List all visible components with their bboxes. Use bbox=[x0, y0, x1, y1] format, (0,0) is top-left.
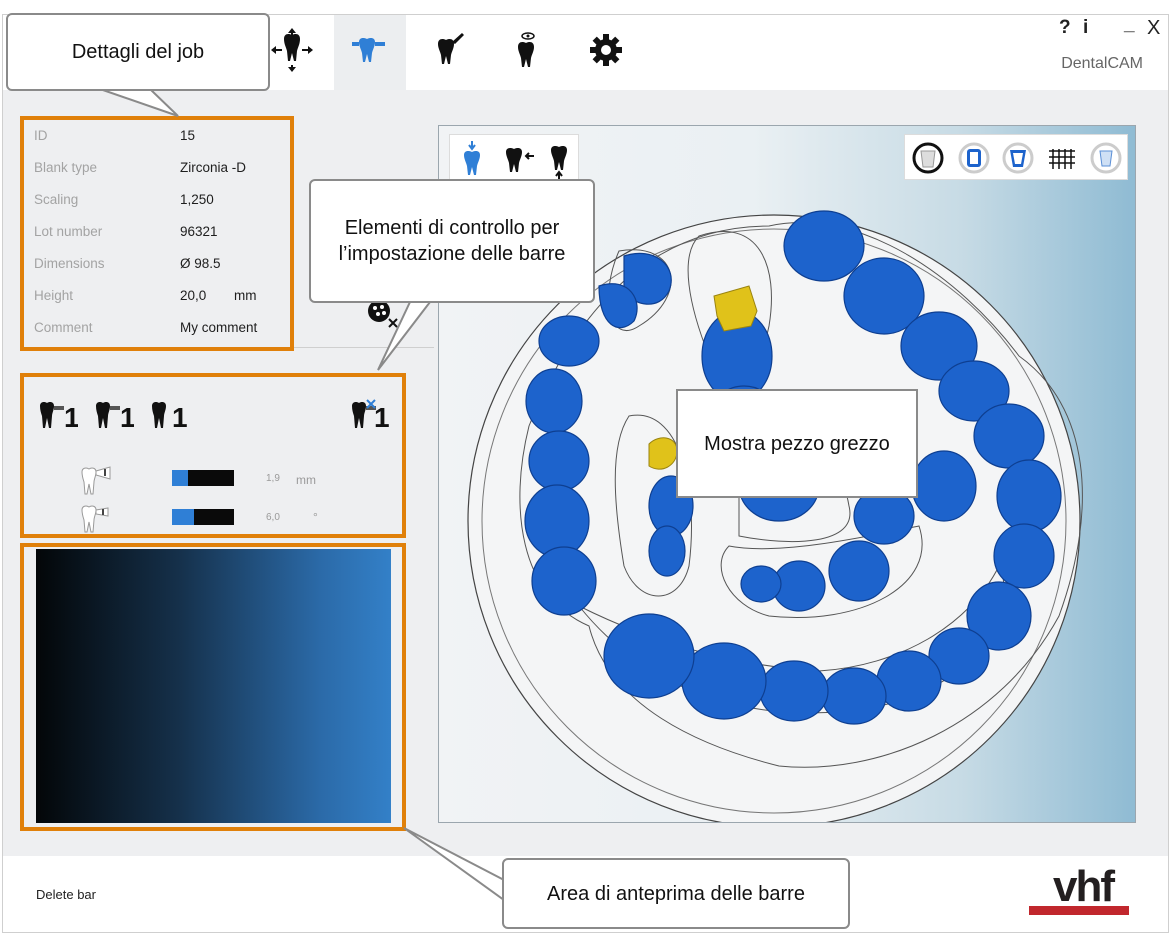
callout-text: Elementi di controllo per l’impostazione… bbox=[338, 217, 566, 265]
callout-text: Dettagli del job bbox=[71, 41, 205, 63]
callout-job-details: Dettagli del job bbox=[6, 13, 270, 91]
dentalcam-window: ? i _ X DentalCAM ID 15 Blank type Zirco… bbox=[0, 0, 1170, 934]
callout-text: Mostra pezzo grezzo bbox=[704, 432, 890, 455]
callout-show-blank: Mostra pezzo grezzo bbox=[676, 389, 918, 498]
callout-bar-controls: Elementi di controllo per l’impostazione… bbox=[309, 179, 595, 303]
callout-text: Area di anteprima delle barre bbox=[547, 882, 805, 905]
callout-bar-preview: Area di anteprima delle barre bbox=[502, 858, 850, 929]
callout-pointers bbox=[99, 87, 506, 902]
